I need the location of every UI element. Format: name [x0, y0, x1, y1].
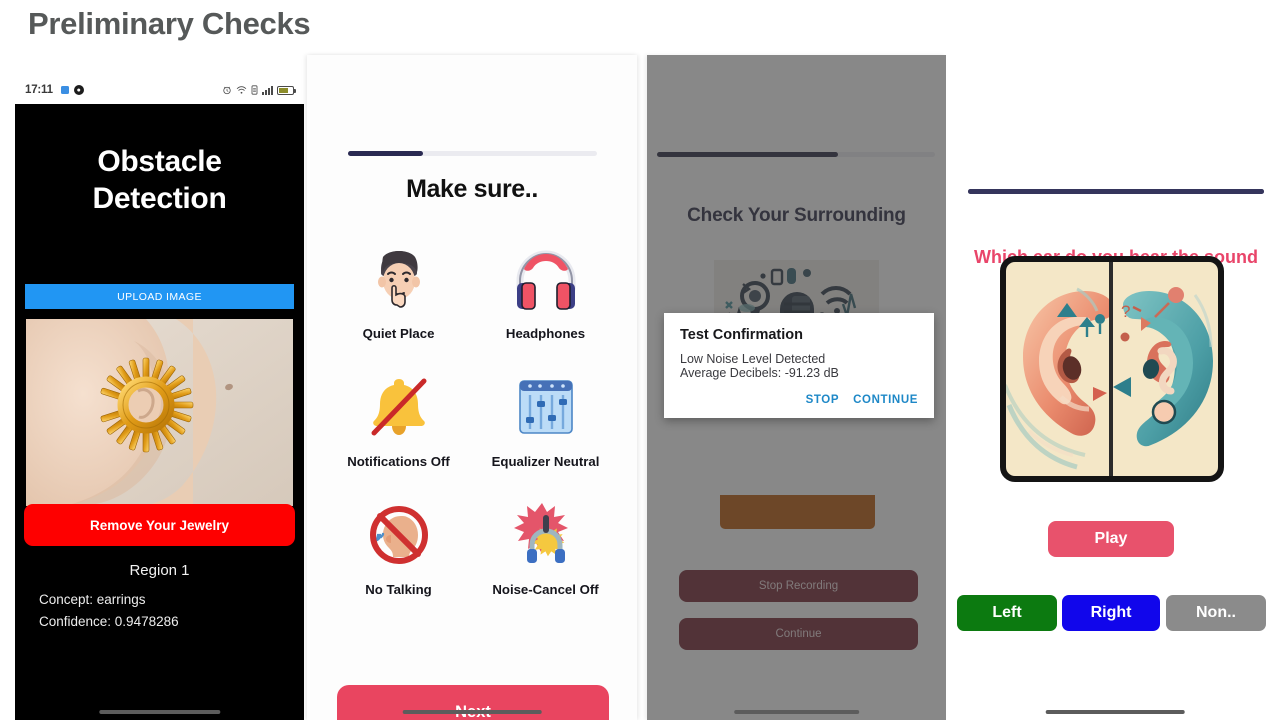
progress-fill: [968, 189, 1264, 194]
confidence-value: Confidence: 0.9478286: [39, 614, 179, 629]
home-indicator: [733, 710, 860, 714]
home-indicator: [1045, 710, 1185, 714]
headphones-icon: [508, 241, 584, 317]
region-label: Region 1: [129, 562, 190, 579]
app-title-line2: Detection: [92, 181, 227, 215]
check-item-label: Quiet Place: [362, 326, 435, 341]
page-heading: Make sure..: [406, 175, 538, 203]
dialog-title: Test Confirmation: [680, 327, 803, 343]
check-item-label: No Talking: [365, 582, 432, 597]
app-badge-icon: ●: [73, 85, 84, 95]
check-item-equalizer-neutral[interactable]: Equalizer Neutral: [472, 369, 619, 469]
check-item-quiet-place[interactable]: Quiet Place: [325, 241, 472, 341]
no-talking-icon: [361, 497, 437, 573]
answer-right-button[interactable]: Right: [1062, 595, 1160, 631]
screenshot-canvas: Preliminary Checks 17:11 ● Obstacle Dete…: [0, 0, 1280, 720]
app-title: Obstacle Detection: [15, 144, 304, 217]
two-ears-illustration: ?: [999, 255, 1225, 483]
alarm-icon: [223, 86, 231, 95]
phone-screen-check-surrounding: Check Your Surrounding: [647, 55, 946, 720]
status-bar-clock: 17:11: [25, 84, 53, 96]
svg-text:?: ?: [1121, 302, 1130, 321]
bell-muted-icon: [361, 369, 437, 445]
answer-none-button[interactable]: Non..: [1166, 595, 1266, 631]
check-item-label: Noise-Cancel Off: [492, 582, 599, 597]
check-item-noise-cancel-off[interactable]: Noise-Cancel Off: [472, 497, 619, 597]
check-item-label: Equalizer Neutral: [491, 454, 600, 469]
phone-screen-make-sure: Make sure.. Quiet Place Headphones Notif…: [307, 55, 637, 720]
next-button[interactable]: Next: [337, 685, 609, 720]
check-item-no-talking[interactable]: No Talking: [325, 497, 472, 597]
check-item-notifications-off[interactable]: Notifications Off: [325, 369, 472, 469]
check-item-label: Notifications Off: [347, 454, 450, 469]
noise-cancel-off-icon: [508, 497, 584, 573]
concept-value: Concept: earrings: [39, 592, 146, 607]
check-item-headphones[interactable]: Headphones: [472, 241, 619, 341]
page-title: Preliminary Checks: [28, 6, 311, 41]
checklist-grid: Quiet Place Headphones Notifications Off…: [325, 241, 619, 597]
play-button[interactable]: Play: [1048, 521, 1174, 557]
uploaded-ear-photo: [26, 319, 293, 506]
battery-icon: [277, 85, 296, 95]
dialog-continue-button[interactable]: CONTINUE: [853, 394, 918, 406]
dialog-actions: STOP CONTINUE: [680, 394, 918, 410]
remove-jewelry-button[interactable]: Remove Your Jewelry: [24, 504, 295, 546]
sim-icon: [251, 85, 258, 95]
message-icon: [60, 86, 69, 94]
progress-fill: [348, 151, 423, 156]
test-confirmation-dialog: Test Confirmation Low Noise Level Detect…: [664, 313, 934, 418]
wifi-icon: [236, 86, 247, 94]
check-item-label: Headphones: [505, 326, 586, 341]
status-bar-right-icons: [222, 85, 296, 95]
status-bar-left-icons: ●: [60, 85, 84, 95]
dialog-stop-button[interactable]: STOP: [806, 394, 840, 406]
signal-icon: [262, 85, 273, 95]
upload-image-button[interactable]: UPLOAD IMAGE: [25, 284, 294, 309]
equalizer-sliders-icon: [508, 369, 584, 445]
dialog-message-line1: Low Noise Level Detected: [680, 352, 826, 366]
home-indicator: [98, 710, 221, 714]
answer-left-button[interactable]: Left: [957, 595, 1057, 631]
quiet-face-shush-icon: [361, 241, 437, 317]
app-title-line1: Obstacle: [97, 145, 222, 178]
phone-screen-obstacle-detection: 17:11 ● Obstacle Detection UPLOAD IMAGE: [15, 76, 304, 720]
status-bar: 17:11 ●: [15, 76, 304, 104]
home-indicator: [402, 710, 542, 714]
dialog-message-line2: Average Decibels: -91.23 dB: [680, 366, 839, 380]
